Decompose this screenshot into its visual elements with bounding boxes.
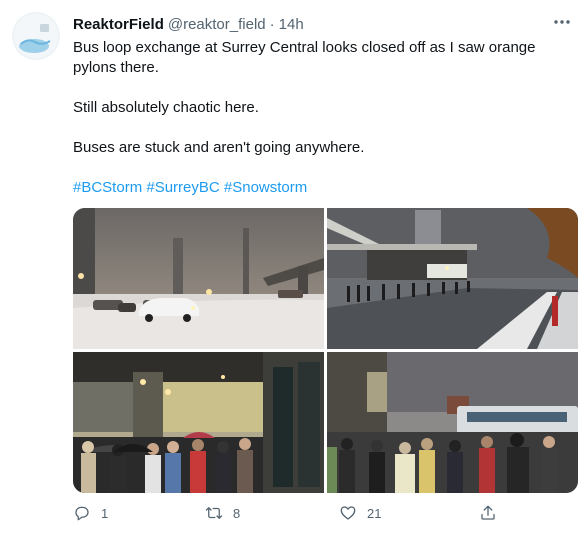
crowd-umbrellas-photo[interactable] [73,352,324,493]
share-icon [481,505,495,520]
tweet-text: Bus loop exchange at Surrey Central look… [73,38,573,218]
tweet-header: ReaktorField @reaktor_field · 14h [73,14,304,34]
author-handle[interactable]: @reaktor_field [168,16,266,33]
snowy-road-cars-photo[interactable] [73,208,324,349]
author-name[interactable]: ReaktorField [73,16,164,33]
like-button[interactable]: 21 [339,504,381,522]
more-horizontal-icon [554,20,570,24]
retweet-button[interactable]: 8 [205,504,240,522]
separator-dot: · [269,15,275,33]
tweet[interactable]: ReaktorField @reaktor_field · 14h Bus lo… [0,0,588,534]
hashtag-links[interactable]: #BCStorm #SurreyBC #Snowstorm [73,178,573,198]
tweet-text-line: Still absolutely chaotic here. [73,99,259,116]
avatar-image [12,12,60,60]
retweet-icon [205,507,223,519]
media-grid[interactable] [73,208,578,493]
retweet-count: 8 [233,505,241,521]
like-icon [340,506,356,520]
timestamp[interactable]: 14h [279,16,304,33]
tweet-actions: 1 8 21 [73,504,573,526]
reply-icon [75,506,89,521]
crowd-buses-photo[interactable] [327,352,578,493]
share-button[interactable] [479,504,497,522]
more-options-button[interactable] [550,12,574,32]
tweet-text-line: Bus loop exchange at Surrey Central look… [73,39,536,76]
like-count: 21 [367,505,382,521]
bus-loop-night-crowd-photo[interactable] [327,208,578,349]
reply-count: 1 [101,505,109,521]
avatar[interactable] [12,12,60,60]
tweet-text-line: Buses are stuck and aren't going anywher… [73,139,365,156]
reply-button[interactable]: 1 [73,504,108,522]
